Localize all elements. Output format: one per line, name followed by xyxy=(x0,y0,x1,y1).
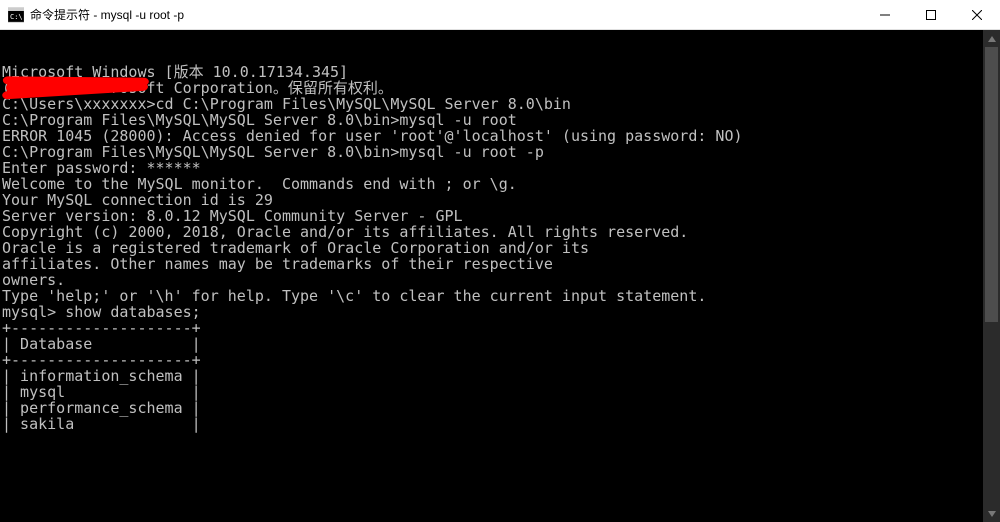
terminal-line: C:\Users\xxxxxxx>cd C:\Program Files\MyS… xyxy=(2,96,1000,112)
terminal-line: +--------------------+ xyxy=(2,352,1000,368)
cmd-app-icon: C:\ xyxy=(8,7,24,23)
terminal-line: | performance_schema | xyxy=(2,400,1000,416)
maximize-button[interactable] xyxy=(908,0,954,29)
terminal-line: | information_schema | xyxy=(2,368,1000,384)
terminal-output[interactable]: Microsoft Windows [版本 10.0.17134.345](c)… xyxy=(0,30,1000,522)
terminal-line: owners. xyxy=(2,272,1000,288)
scrollbar-track[interactable] xyxy=(983,47,1000,505)
titlebar-left: C:\ 命令提示符 - mysql -u root -p xyxy=(0,6,862,23)
scroll-up-button[interactable] xyxy=(983,30,1000,47)
terminal-line: Welcome to the MySQL monitor. Commands e… xyxy=(2,176,1000,192)
terminal-line: ERROR 1045 (28000): Access denied for us… xyxy=(2,128,1000,144)
terminal-line: +--------------------+ xyxy=(2,320,1000,336)
terminal-line: (c) 2018 Microsoft Corporation。保留所有权利。 xyxy=(2,80,1000,96)
vertical-scrollbar[interactable] xyxy=(983,30,1000,522)
terminal-line: Enter password: ****** xyxy=(2,160,1000,176)
terminal-line: Your MySQL connection id is 29 xyxy=(2,192,1000,208)
close-button[interactable] xyxy=(954,0,1000,29)
window-title: 命令提示符 - mysql -u root -p xyxy=(30,6,184,23)
scroll-down-button[interactable] xyxy=(983,505,1000,522)
terminal-line: C:\Program Files\MySQL\MySQL Server 8.0\… xyxy=(2,112,1000,128)
terminal-line: Oracle is a registered trademark of Orac… xyxy=(2,240,1000,256)
minimize-button[interactable] xyxy=(862,0,908,29)
terminal-line: | sakila | xyxy=(2,416,1000,432)
terminal-line: Copyright (c) 2000, 2018, Oracle and/or … xyxy=(2,224,1000,240)
terminal-line: Microsoft Windows [版本 10.0.17134.345] xyxy=(2,64,1000,80)
svg-text:C:\: C:\ xyxy=(10,13,23,21)
command-prompt-window: C:\ 命令提示符 - mysql -u root -p Microsoft W… xyxy=(0,0,1000,522)
scrollbar-thumb[interactable] xyxy=(985,47,998,322)
terminal-line: | mysql | xyxy=(2,384,1000,400)
redaction-mark xyxy=(6,78,146,94)
terminal-line: affiliates. Other names may be trademark… xyxy=(2,256,1000,272)
terminal-line: | Database | xyxy=(2,336,1000,352)
terminal-line: Type 'help;' or '\h' for help. Type '\c'… xyxy=(2,288,1000,304)
window-controls xyxy=(862,0,1000,29)
terminal-line: C:\Program Files\MySQL\MySQL Server 8.0\… xyxy=(2,144,1000,160)
terminal-line: Server version: 8.0.12 MySQL Community S… xyxy=(2,208,1000,224)
terminal-line: mysql> show databases; xyxy=(2,304,1000,320)
titlebar[interactable]: C:\ 命令提示符 - mysql -u root -p xyxy=(0,0,1000,30)
